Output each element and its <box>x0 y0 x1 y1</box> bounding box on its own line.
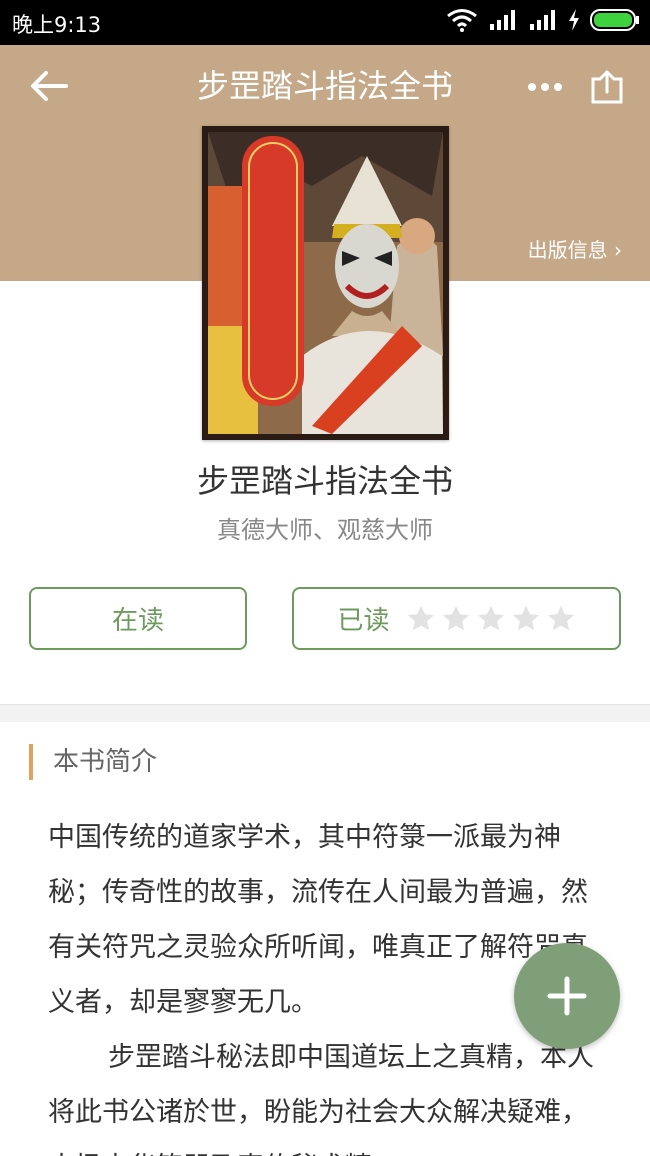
star-icon[interactable] <box>511 604 541 634</box>
wifi-icon <box>447 9 477 32</box>
section-title: 本书简介 <box>29 744 157 780</box>
add-button[interactable] <box>514 943 620 1049</box>
star-icon[interactable] <box>441 604 471 634</box>
plus-icon <box>547 976 587 1016</box>
status-bar: 晚上9:13 <box>0 0 650 45</box>
book-author: 真德大师、观慈大师 <box>217 516 433 544</box>
page-title: 步罡踏斗指法全书 <box>196 67 453 105</box>
star-icon[interactable] <box>476 604 506 634</box>
reading-button[interactable]: 在读 <box>29 587 247 650</box>
status-icons <box>446 8 640 32</box>
star-icon[interactable] <box>406 604 436 634</box>
signal-icon <box>490 10 515 30</box>
share-button[interactable] <box>584 64 630 110</box>
more-dots-icon <box>528 83 562 91</box>
book-cover <box>202 126 449 440</box>
read-label: 已读 <box>337 606 390 636</box>
read-button[interactable]: 已读 <box>292 587 621 650</box>
cover-illustration <box>202 126 449 440</box>
publish-info-link[interactable]: 出版信息 › <box>528 234 622 263</box>
back-button[interactable] <box>24 64 72 108</box>
section-divider <box>0 704 650 722</box>
more-button[interactable] <box>522 68 568 106</box>
book-title: 步罡踏斗指法全书 <box>196 462 453 500</box>
share-icon <box>591 70 623 104</box>
signal-icon-2 <box>530 10 555 30</box>
reading-label: 在读 <box>111 606 164 636</box>
intro-paragraph: 步罡踏斗秘法即中国道坛上之真精，本人将此书公诸於世，盼能为社会大众解决疑难，大扬… <box>48 1042 594 1156</box>
arrow-left-icon <box>31 71 68 101</box>
rating-stars[interactable] <box>406 604 576 634</box>
status-time: 晚上9:13 <box>12 13 102 37</box>
battery-icon <box>590 9 639 31</box>
charging-icon <box>569 9 579 31</box>
star-icon[interactable] <box>546 604 576 634</box>
